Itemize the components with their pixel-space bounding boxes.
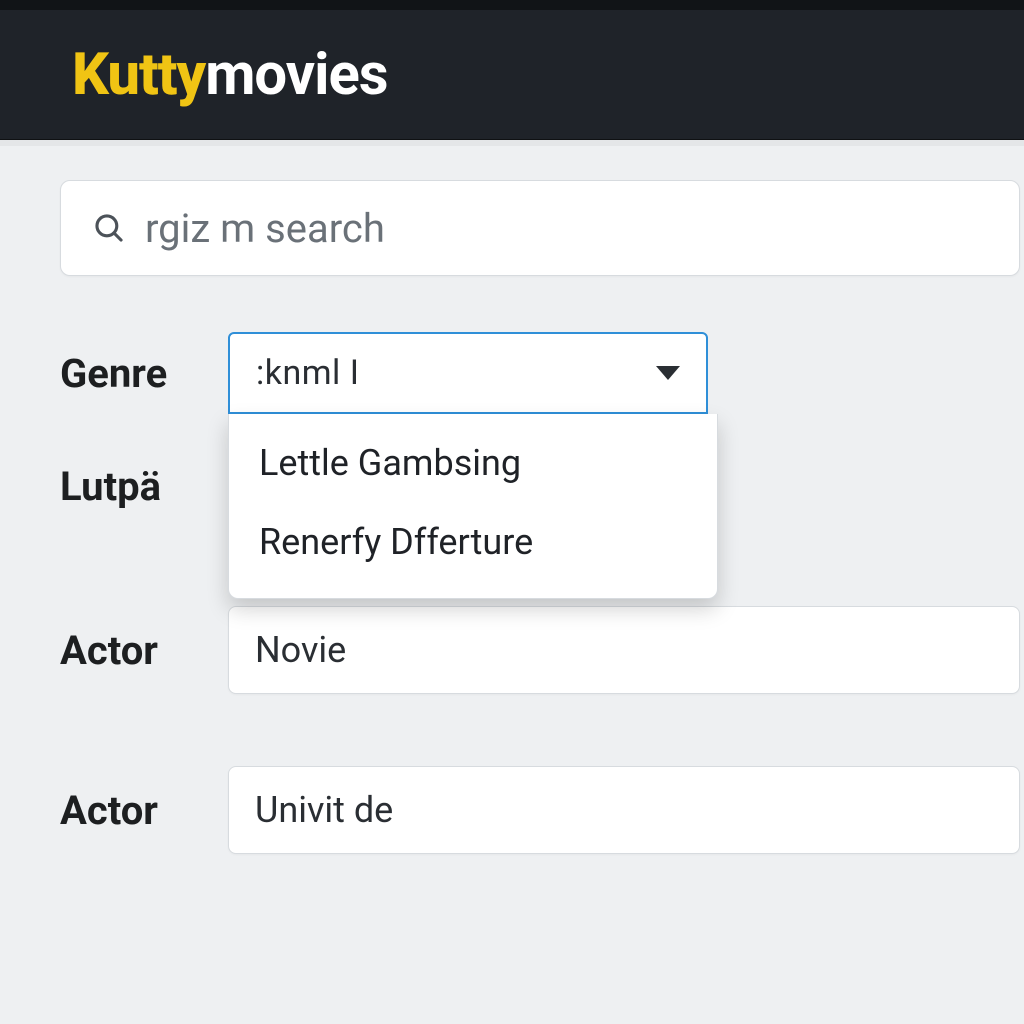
content: Genre :knml I Lettle Gambsing Renerfy Df… bbox=[0, 140, 1024, 854]
genre-selected-value: :knml I bbox=[256, 353, 360, 393]
brand-accent: Kutty bbox=[72, 41, 205, 109]
genre-dropdown-list: Lettle Gambsing Renerfy Dfferture bbox=[228, 414, 718, 599]
actor-input-2[interactable] bbox=[228, 766, 1020, 854]
search-bar[interactable] bbox=[60, 180, 1020, 276]
row-actor-2: Actor bbox=[60, 766, 1020, 854]
genre-option[interactable]: Renerfy Dfferture bbox=[229, 503, 717, 582]
row-actor-1: Actor bbox=[60, 606, 1020, 694]
label-actor-2: Actor bbox=[60, 787, 228, 834]
genre-combobox[interactable]: :knml I Lettle Gambsing Renerfy Dffertur… bbox=[228, 332, 708, 414]
search-icon bbox=[89, 208, 129, 248]
genre-option[interactable]: Lettle Gambsing bbox=[229, 424, 717, 503]
row-genre: Genre :knml I Lettle Gambsing Renerfy Df… bbox=[60, 332, 1020, 414]
header: Kuttymovies bbox=[0, 0, 1024, 140]
label-lutpa: Lutpä bbox=[60, 463, 228, 510]
label-genre: Genre bbox=[60, 350, 228, 397]
filter-form: Genre :knml I Lettle Gambsing Renerfy Df… bbox=[60, 332, 1020, 854]
brand-logo[interactable]: Kuttymovies bbox=[72, 46, 388, 104]
label-actor-1: Actor bbox=[60, 627, 228, 674]
search-input[interactable] bbox=[145, 205, 991, 252]
genre-combobox-head[interactable]: :knml I bbox=[228, 332, 708, 414]
chevron-down-icon bbox=[656, 366, 680, 380]
brand-rest: movies bbox=[205, 41, 387, 109]
actor-input-1[interactable] bbox=[228, 606, 1020, 694]
